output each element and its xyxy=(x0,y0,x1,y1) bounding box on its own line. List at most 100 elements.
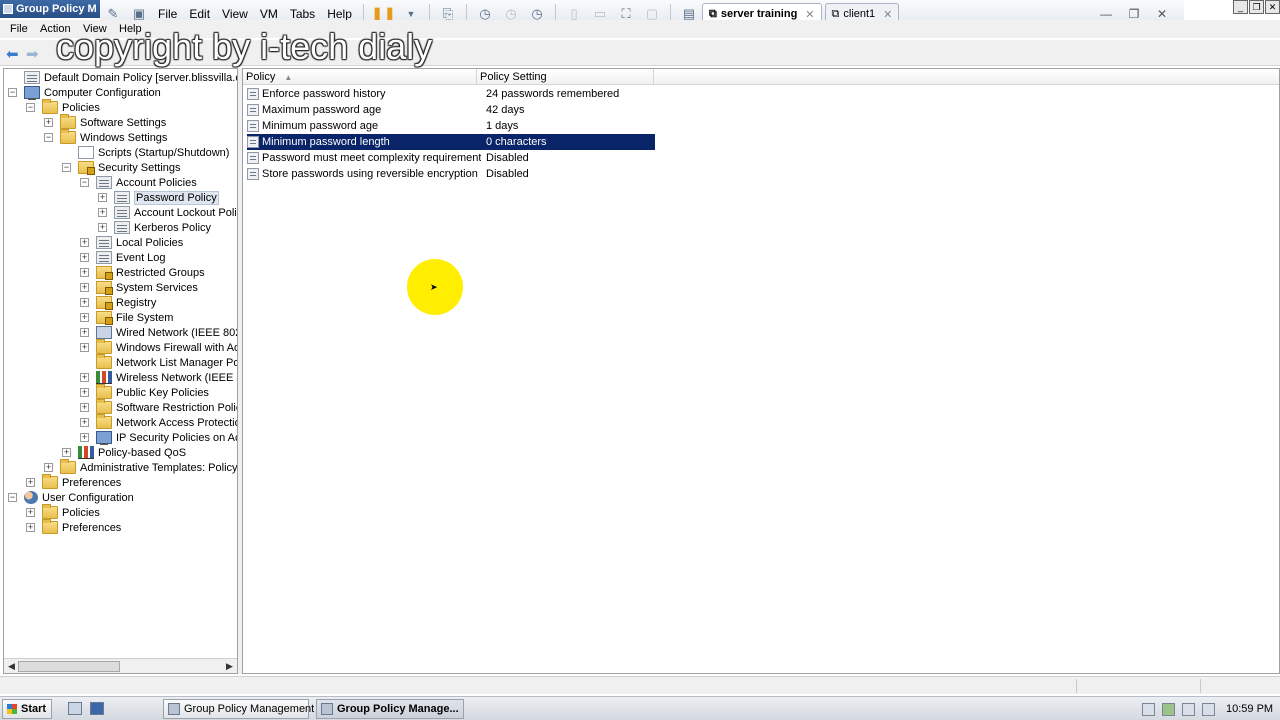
lock-icon xyxy=(96,281,113,295)
tree-node[interactable]: Network List Manager Polici xyxy=(80,354,237,370)
menu-file[interactable]: File xyxy=(10,23,28,35)
tree-node[interactable]: − Windows Settings xyxy=(44,129,167,145)
expand-icon[interactable]: + xyxy=(80,253,89,262)
minimize-button[interactable]: _ xyxy=(1233,0,1248,14)
tree-node[interactable]: − User Configuration xyxy=(8,490,134,505)
column-header-policy[interactable]: Policy ▲ xyxy=(243,69,477,85)
tree-node[interactable]: + Wired Network (IEEE 802.3 xyxy=(80,325,237,340)
expand-icon[interactable]: + xyxy=(98,208,107,217)
expand-icon[interactable]: + xyxy=(80,313,89,322)
tree-node[interactable]: + Software Restriction Policie xyxy=(80,399,238,415)
tree-node[interactable]: + Wireless Network (IEEE 802 xyxy=(80,370,237,385)
tree-node[interactable]: + Public Key Policies xyxy=(80,384,209,400)
tree-node[interactable]: − Computer Configuration xyxy=(8,85,161,100)
expand-icon[interactable]: + xyxy=(26,478,35,487)
restore-button[interactable]: ❐ xyxy=(1120,7,1148,21)
expand-icon[interactable]: + xyxy=(26,508,35,517)
keyboard-icon[interactable] xyxy=(1142,702,1155,716)
tree-node[interactable]: + Administrative Templates: Policy de xyxy=(44,459,237,475)
expand-icon[interactable]: + xyxy=(26,523,35,532)
collapse-icon[interactable]: − xyxy=(8,88,17,97)
tree-node[interactable]: − Policies xyxy=(26,99,100,115)
tree-node[interactable]: Scripts (Startup/Shutdown) xyxy=(62,145,229,160)
server-manager-icon[interactable] xyxy=(68,702,82,715)
expand-icon[interactable]: + xyxy=(80,403,89,412)
close-button[interactable]: ✕ xyxy=(1148,7,1176,21)
tab-label: server training xyxy=(720,8,798,20)
expand-icon[interactable]: + xyxy=(62,448,71,457)
tree-node[interactable]: + Windows Firewall with Adva xyxy=(80,339,237,355)
expand-icon[interactable]: + xyxy=(80,238,89,247)
table-row[interactable]: Minimum password length 0 characters xyxy=(247,134,655,150)
tree-node[interactable]: + Event Log xyxy=(80,250,166,265)
action-center-icon[interactable] xyxy=(1162,702,1175,716)
tree-node[interactable]: − Security Settings xyxy=(62,160,181,175)
minimize-button[interactable]: — xyxy=(1092,7,1120,21)
restore-button[interactable]: ❐ xyxy=(1249,0,1264,14)
tab-label: client1 xyxy=(843,8,876,20)
expand-icon[interactable]: + xyxy=(80,343,89,352)
expand-icon[interactable]: + xyxy=(44,463,53,472)
table-row[interactable]: Minimum password age 1 days xyxy=(247,118,655,134)
collapse-icon[interactable]: − xyxy=(62,163,71,172)
expand-icon[interactable]: + xyxy=(80,328,89,337)
close-button[interactable]: ✕ xyxy=(1265,0,1280,14)
collapse-icon[interactable]: − xyxy=(8,493,17,502)
expand-icon[interactable]: + xyxy=(80,433,89,442)
close-icon[interactable]: ✕ xyxy=(805,8,814,21)
table-row[interactable]: Store passwords using reversible encrypt… xyxy=(247,166,655,182)
tree-node[interactable]: + Local Policies xyxy=(80,235,183,250)
scrollbar-thumb[interactable] xyxy=(18,661,120,672)
tree-node[interactable]: + File System xyxy=(80,310,173,325)
forward-arrow-icon[interactable]: ➡ xyxy=(26,45,39,63)
table-row[interactable]: Maximum password age 42 days xyxy=(247,102,655,118)
policy-icon xyxy=(114,221,130,234)
back-arrow-icon[interactable]: ⬅ xyxy=(6,45,19,63)
expand-icon[interactable]: + xyxy=(80,388,89,397)
table-row[interactable]: Password must meet complexity requiremen… xyxy=(247,150,655,166)
taskbar-item-gpm[interactable]: Group Policy Management xyxy=(163,699,314,719)
tree-node-label: Software Restriction Policie xyxy=(116,401,238,414)
tree-node[interactable]: + Policies xyxy=(26,504,100,520)
tree-node-label: User Configuration xyxy=(42,491,134,504)
expand-icon[interactable]: + xyxy=(44,118,53,127)
collapse-icon[interactable]: − xyxy=(44,133,53,142)
close-icon[interactable]: ✕ xyxy=(883,8,892,21)
expand-icon[interactable]: + xyxy=(98,223,107,232)
taskbar-item-gpm-editor[interactable]: Group Policy Manage... xyxy=(316,699,464,719)
tree-node[interactable]: + Account Lockout Policy xyxy=(98,205,237,220)
expand-icon[interactable]: + xyxy=(98,193,107,202)
table-row[interactable]: Enforce password history 24 passwords rem… xyxy=(247,86,655,102)
expand-icon[interactable]: + xyxy=(80,298,89,307)
tree-node[interactable]: + Password Policy xyxy=(98,190,219,205)
tree-node[interactable]: + Kerberos Policy xyxy=(98,220,211,235)
scroll-right-icon[interactable]: ▶ xyxy=(223,660,236,673)
tree-node[interactable]: + System Services xyxy=(80,280,198,295)
tree-node[interactable]: − Account Policies xyxy=(80,175,197,190)
tree-node-label: Policies xyxy=(62,101,100,114)
expand-icon[interactable]: + xyxy=(80,373,89,382)
tree-node[interactable]: Default Domain Policy [server.blissvilla… xyxy=(8,70,237,85)
tree-node[interactable]: + Software Settings xyxy=(44,114,166,130)
collapse-icon[interactable]: − xyxy=(26,103,35,112)
tree-node[interactable]: + IP Security Policies on Activ xyxy=(80,430,237,445)
expand-icon[interactable]: + xyxy=(80,283,89,292)
sort-ascending-icon: ▲ xyxy=(284,73,293,82)
expand-icon[interactable]: + xyxy=(80,418,89,427)
scroll-left-icon[interactable]: ◀ xyxy=(5,660,18,673)
tree-node[interactable]: + Preferences xyxy=(26,519,121,535)
tree-node[interactable]: + Preferences xyxy=(26,474,121,490)
expand-icon[interactable]: + xyxy=(80,268,89,277)
tree-node[interactable]: + Policy-based QoS xyxy=(62,445,186,460)
column-header-policy-setting[interactable]: Policy Setting xyxy=(477,69,654,85)
volume-icon[interactable] xyxy=(1202,702,1215,716)
collapse-icon[interactable]: − xyxy=(80,178,89,187)
tree-horizontal-scrollbar[interactable]: ◀ ▶ xyxy=(4,658,237,673)
powershell-icon[interactable] xyxy=(90,702,104,715)
tree-node[interactable]: + Restricted Groups xyxy=(80,265,205,280)
start-button[interactable]: Start xyxy=(2,699,52,719)
tree-node[interactable]: + Registry xyxy=(80,295,156,310)
tree-node[interactable]: + Network Access Protection xyxy=(80,414,237,430)
clock[interactable]: 10:59 PM xyxy=(1226,703,1273,715)
network-icon[interactable] xyxy=(1182,702,1195,716)
